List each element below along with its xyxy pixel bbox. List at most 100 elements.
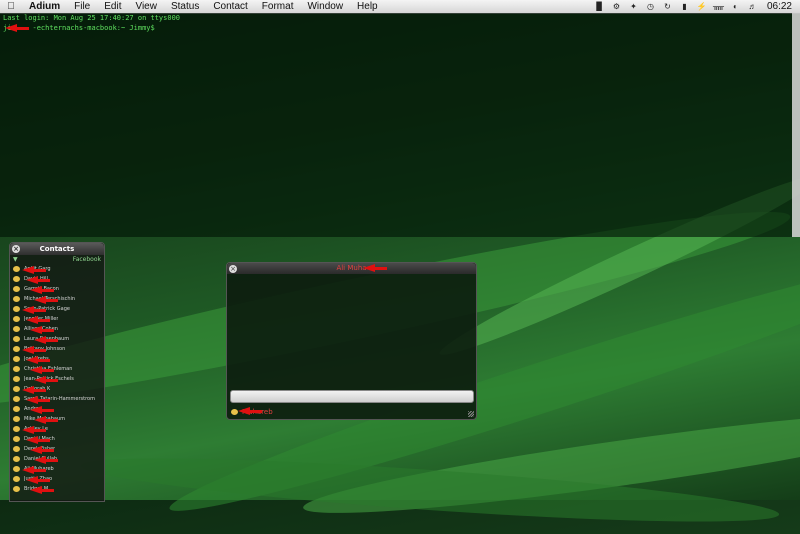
- menu-file[interactable]: File: [67, 0, 97, 13]
- close-icon[interactable]: ×: [12, 245, 20, 253]
- chat-transcript[interactable]: [227, 274, 476, 388]
- gear-icon[interactable]: ⚙: [611, 2, 622, 11]
- contact-row[interactable]: Bridget M: [10, 484, 104, 494]
- contact-row[interactable]: Laura Rosenbaum: [10, 334, 104, 344]
- contact-row[interactable]: Allison Cohen: [10, 324, 104, 334]
- message-input[interactable]: [230, 390, 474, 403]
- contact-row[interactable]: Jean-Patrick Eschels: [10, 374, 104, 384]
- menu-status[interactable]: Status: [164, 0, 206, 13]
- wifi-icon[interactable]: ◐: [730, 2, 741, 11]
- status-icon: [13, 396, 20, 402]
- terminal-scrollbar[interactable]: [792, 13, 800, 237]
- menu-adium[interactable]: Adium: [22, 0, 67, 13]
- menubar-clock[interactable]: 06:22: [767, 1, 792, 12]
- menu-contact[interactable]: Contact: [206, 0, 254, 13]
- status-icon: [13, 296, 20, 302]
- status-icon: [13, 436, 20, 442]
- bluetooth-icon[interactable]: ᚅ: [713, 2, 724, 11]
- contact-list-title: Contacts: [39, 245, 75, 253]
- chat-titlebar[interactable]: × Ali Muha: [227, 263, 476, 274]
- menu-help[interactable]: Help: [350, 0, 385, 13]
- status-icon: [13, 466, 20, 472]
- contact-row[interactable]: Joel Krebs: [10, 354, 104, 364]
- contact-row[interactable]: Ashley Le: [10, 424, 104, 434]
- menu-extras: ▉ ⚙ ✦ ◷ ↻ ▮ ⚡ ᚅ ◐ ♬ 06:22: [591, 0, 800, 13]
- contact-row[interactable]: Deborah K: [10, 384, 104, 394]
- contact-row[interactable]: Ali Muhareb: [10, 464, 104, 474]
- disclosure-triangle-icon[interactable]: ▼: [13, 255, 18, 264]
- annotation-arrow: [22, 426, 46, 434]
- annotation-arrow: [34, 376, 58, 384]
- contact-row[interactable]: Justin Zhao: [10, 474, 104, 484]
- menu-edit[interactable]: Edit: [97, 0, 128, 13]
- contact-row[interactable]: Ankit Garg: [10, 264, 104, 274]
- contact-row[interactable]: Sarah Tatarin-Hammerstrom: [10, 394, 104, 404]
- annotation-arrow: [34, 336, 58, 344]
- status-icon: [13, 386, 20, 392]
- status-icon: [13, 286, 20, 292]
- contact-row[interactable]: Daniel Cullah: [10, 454, 104, 464]
- contact-row[interactable]: Michael Terschischin: [10, 294, 104, 304]
- time-machine-icon[interactable]: ◷: [645, 2, 656, 11]
- status-icon: [13, 346, 20, 352]
- menu-bar:  Adium File Edit View Status Contact Fo…: [0, 0, 800, 14]
- status-icon: [13, 316, 20, 322]
- volume-icon[interactable]: ♬: [747, 2, 758, 11]
- chat-window: × Ali Muha Muhareb: [226, 262, 477, 420]
- menu-format[interactable]: Format: [255, 0, 301, 13]
- menu-window[interactable]: Window: [300, 0, 350, 13]
- lock-icon[interactable]: ▮: [679, 2, 690, 11]
- annotation-arrow: [26, 396, 50, 404]
- annotation-arrow: [30, 406, 54, 414]
- sync-icon[interactable]: ↻: [662, 2, 673, 11]
- status-icon: [13, 366, 20, 372]
- resize-handle[interactable]: [468, 411, 474, 417]
- contact-row[interactable]: Sean-Patrick Gage: [10, 304, 104, 314]
- annotation-arrow: [26, 476, 50, 484]
- menu-view[interactable]: View: [128, 0, 164, 13]
- contact-row[interactable]: Derek Fisher: [10, 444, 104, 454]
- annotation-arrow: [22, 346, 46, 354]
- status-icon: [13, 426, 20, 432]
- annotation-arrow: [34, 296, 58, 304]
- contact-row[interactable]: David Hill: [10, 274, 104, 284]
- status-icon: [13, 266, 20, 272]
- status-icon: [13, 446, 20, 452]
- terminal-window[interactable]: Last login: Mon Aug 25 17:40:27 on ttys0…: [0, 13, 800, 237]
- annotation-arrow: [34, 416, 58, 424]
- close-icon[interactable]: ×: [229, 265, 237, 273]
- terminal-icon[interactable]: ▉: [594, 2, 605, 11]
- annotation-arrow: [30, 286, 54, 294]
- annotation-arrow: [30, 486, 54, 494]
- annotation-arrow: [363, 264, 387, 272]
- annotation-arrow: [30, 446, 54, 454]
- status-icon: [231, 409, 238, 415]
- status-icon: [13, 336, 20, 342]
- annotation-arrow: [26, 316, 50, 324]
- apple-menu-icon[interactable]: : [0, 1, 22, 12]
- group-header[interactable]: ▼ Facebook: [10, 255, 104, 264]
- status-icon: [13, 406, 20, 412]
- annotation-arrow: [26, 276, 50, 284]
- status-icon: [13, 376, 20, 382]
- terminal-prompt[interactable]: ji -echternachs-macbook:~ Jimmy$: [0, 23, 800, 33]
- annotation-arrow: [22, 466, 46, 474]
- annotation-arrow: [22, 306, 46, 314]
- contact-row[interactable]: Mike Mahabaum: [10, 414, 104, 424]
- annotation-arrow: [238, 407, 262, 415]
- contact-row[interactable]: Christina Eshleman: [10, 364, 104, 374]
- status-icon: [13, 306, 20, 312]
- status-icon: [13, 276, 20, 282]
- annotation-arrow: [26, 356, 50, 364]
- bolt-icon[interactable]: ⚡: [696, 2, 707, 11]
- contact-row[interactable]: Daniel Mach: [10, 434, 104, 444]
- wand-icon[interactable]: ✦: [628, 2, 639, 11]
- annotation-arrow: [30, 326, 54, 334]
- contact-row[interactable]: Jennifer Miller: [10, 314, 104, 324]
- contact-list-titlebar[interactable]: × Contacts: [10, 243, 104, 255]
- terminal-line: Last login: Mon Aug 25 17:40:27 on ttys0…: [3, 14, 181, 22]
- contact-row[interactable]: Garrett Bacon: [10, 284, 104, 294]
- contact-row[interactable]: Andrea: [10, 404, 104, 414]
- contact-row[interactable]: Brittany Johnson: [10, 344, 104, 354]
- status-icon: [13, 356, 20, 362]
